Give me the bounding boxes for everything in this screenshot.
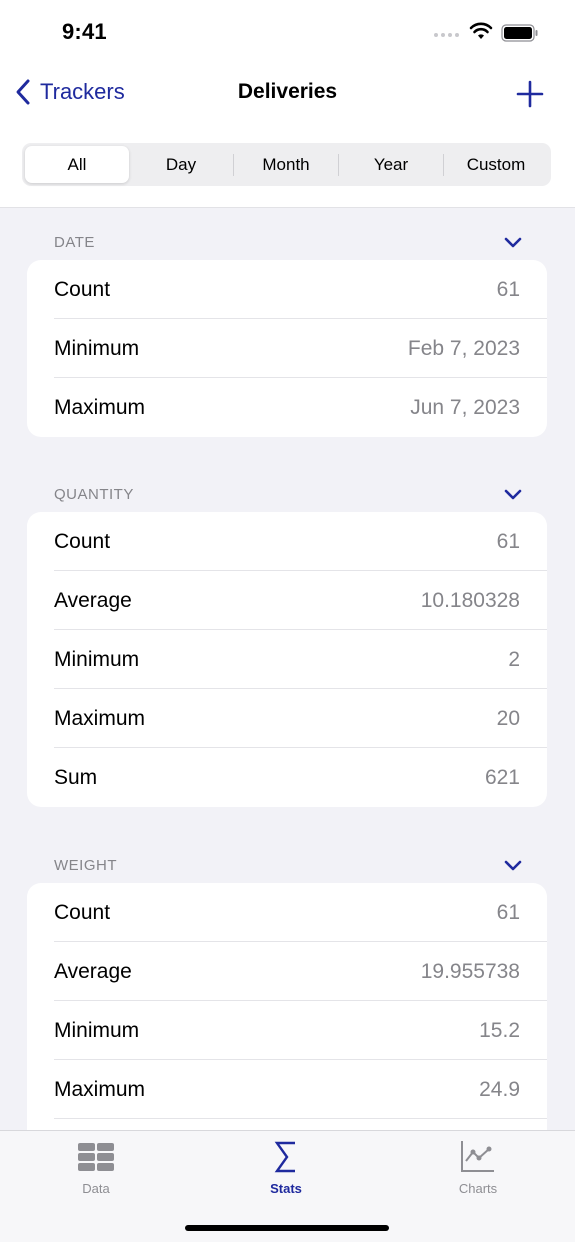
stats-screen: 9:41 Trackers Deliveries All Day Month Y… — [0, 0, 575, 1242]
segment-custom[interactable]: Custom — [444, 146, 548, 183]
stat-row-minimum: Minimum 15.2 — [27, 1001, 547, 1060]
sigma-icon — [274, 1141, 295, 1173]
stat-label: Average — [54, 959, 132, 983]
cellular-signal-icon — [434, 33, 459, 37]
stat-label: Count — [54, 900, 111, 924]
stat-value: 10.180328 — [420, 588, 520, 612]
section-date: DATE Count 61 Minimum Feb 7, 2023 Maximu — [0, 210, 575, 437]
section-header[interactable]: WEIGHT — [0, 833, 575, 883]
section-header[interactable]: QUANTITY — [0, 462, 575, 512]
stat-value: 621 — [484, 765, 520, 789]
stats-card: Count 61 Minimum Feb 7, 2023 Maximum Jun… — [27, 260, 547, 437]
section-header[interactable]: DATE — [0, 210, 575, 260]
chevron-down-icon[interactable] — [503, 488, 523, 502]
stat-row-average: Average 10.180328 — [27, 571, 547, 630]
stat-label: Minimum — [54, 336, 140, 360]
segment-month[interactable]: Month — [234, 146, 338, 183]
stats-card: Count 61 Average 10.180328 Minimum 2 Max… — [27, 512, 547, 807]
tab-data[interactable]: Data — [36, 1139, 156, 1196]
section-weight: WEIGHT Count 61 Average 19.955738 Minimu — [0, 833, 575, 1130]
stat-label: Minimum — [54, 1018, 140, 1042]
table-icon — [78, 1143, 114, 1171]
stat-label: Maximum — [54, 706, 146, 730]
segment-day[interactable]: Day — [129, 146, 233, 183]
stat-value: 61 — [496, 277, 520, 301]
stat-value: 61 — [496, 900, 520, 924]
plus-icon[interactable] — [515, 79, 545, 109]
section-title: QUANTITY — [54, 486, 134, 503]
battery-icon — [501, 24, 538, 42]
segment-label: All — [67, 154, 87, 174]
section-quantity: QUANTITY Count 61 Average 10.180328 Mini — [0, 462, 575, 807]
stat-label: Maximum — [54, 395, 146, 419]
tab-label: Charts — [458, 1181, 498, 1196]
segment-all[interactable]: All — [25, 146, 129, 183]
stat-value: 2 — [508, 647, 520, 671]
stat-value: 61 — [496, 529, 520, 553]
tab-stats[interactable]: Stats — [226, 1139, 346, 1196]
stat-value: Feb 7, 2023 — [407, 336, 520, 360]
chevron-down-icon[interactable] — [503, 859, 523, 873]
stat-label: Count — [54, 277, 111, 301]
stat-value: 15.2 — [479, 1018, 520, 1042]
stat-row-count: Count 61 — [27, 883, 547, 942]
page-title: Deliveries — [237, 80, 338, 103]
segment-label: Day — [165, 154, 197, 174]
section-title: WEIGHT — [54, 857, 117, 874]
stat-row-minimum: Minimum Feb 7, 2023 — [27, 319, 547, 378]
navigation-bar: Trackers Deliveries — [0, 68, 575, 118]
header: 9:41 Trackers Deliveries All Day Month Y… — [0, 0, 575, 208]
stat-value: 19.955738 — [420, 959, 520, 983]
tab-charts[interactable]: Charts — [418, 1139, 538, 1196]
stat-value: Jun 7, 2023 — [410, 395, 520, 419]
stat-row-count: Count 61 — [27, 260, 547, 319]
status-time: 9:41 — [62, 19, 107, 44]
stat-row-count: Count 61 — [27, 512, 547, 571]
line-chart-icon — [461, 1141, 494, 1172]
segment-label: Month — [262, 154, 310, 174]
stat-row-partial — [27, 1119, 547, 1130]
segment-label: Custom — [466, 154, 526, 174]
stat-value: 20 — [496, 706, 520, 730]
section-title: DATE — [54, 234, 95, 251]
period-segmented-control: All Day Month Year Custom — [22, 143, 551, 186]
stat-label: Average — [54, 588, 132, 612]
home-indicator[interactable] — [185, 1225, 389, 1231]
tab-label: Stats — [270, 1181, 302, 1196]
wifi-icon — [469, 22, 493, 39]
stat-label: Count — [54, 529, 111, 553]
stat-row-average: Average 19.955738 — [27, 942, 547, 1001]
stat-label: Maximum — [54, 1077, 146, 1101]
stat-label: Sum — [54, 765, 98, 789]
segment-year[interactable]: Year — [339, 146, 443, 183]
stat-row-minimum: Minimum 2 — [27, 630, 547, 689]
stat-row-sum: Sum 621 — [27, 748, 547, 807]
status-bar: 9:41 — [0, 0, 575, 60]
stat-row-maximum: Maximum 20 — [27, 689, 547, 748]
chevron-down-icon[interactable] — [503, 236, 523, 250]
stat-label: Minimum — [54, 647, 140, 671]
stats-card: Count 61 Average 19.955738 Minimum 15.2 … — [27, 883, 547, 1130]
segment-label: Year — [373, 154, 409, 174]
stat-value: 24.9 — [479, 1077, 520, 1101]
stats-list[interactable]: DATE Count 61 Minimum Feb 7, 2023 Maximu — [0, 208, 575, 1130]
stat-row-maximum: Maximum 24.9 — [27, 1060, 547, 1119]
tab-bar: Data Stats Charts — [0, 1130, 575, 1242]
stat-row-maximum: Maximum Jun 7, 2023 — [27, 378, 547, 437]
tab-label: Data — [82, 1181, 110, 1196]
